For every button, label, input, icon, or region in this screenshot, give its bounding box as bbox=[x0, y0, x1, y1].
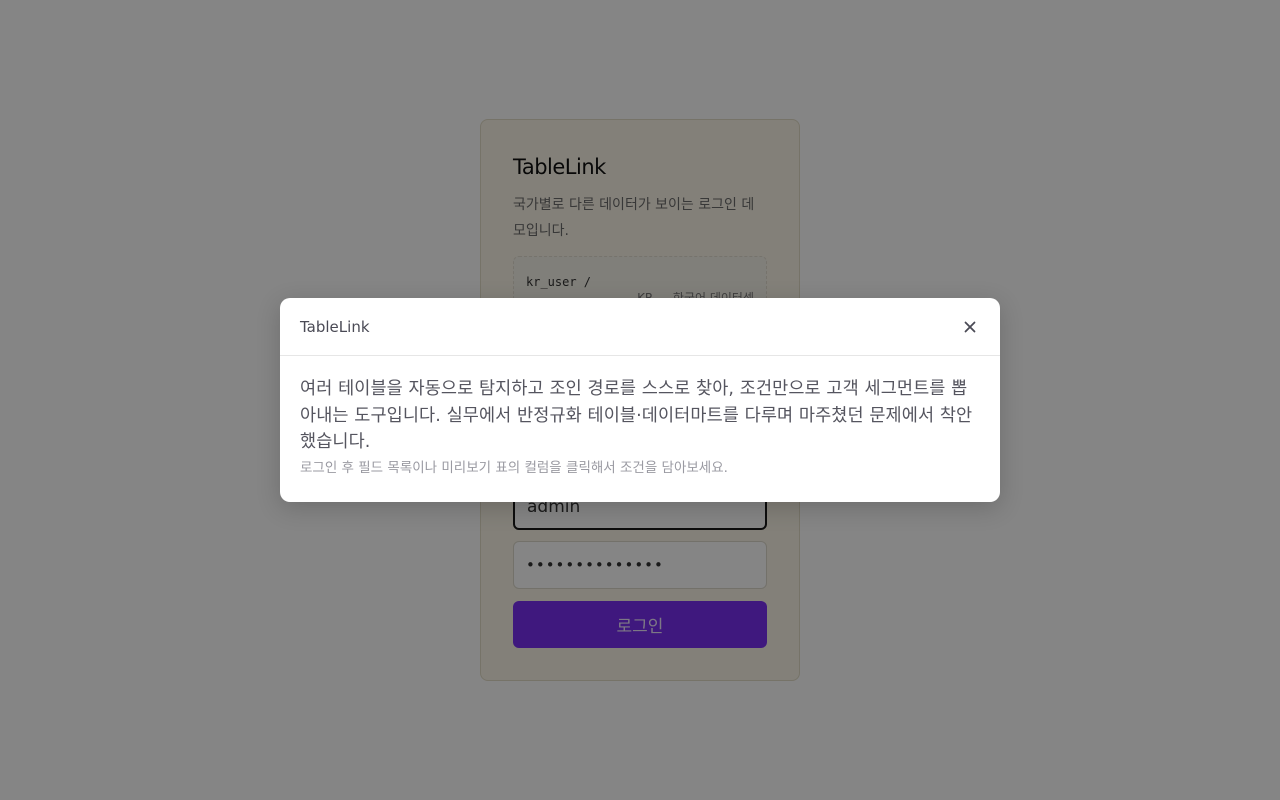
modal-description: 여러 테이블을 자동으로 탐지하고 조인 경로를 스스로 찾아, 조건만으로 고… bbox=[300, 379, 973, 452]
modal-hint: 로그인 후 필드 목록이나 미리보기 표의 컬럼을 클릭해서 조건을 담아보세요… bbox=[300, 459, 728, 476]
modal-body: 여러 테이블을 자동으로 탐지하고 조인 경로를 스스로 찾아, 조건만으로 고… bbox=[280, 356, 1000, 478]
info-modal: TableLink 여러 테이블을 자동으로 탐지하고 조인 경로를 스스로 찾… bbox=[280, 298, 1000, 502]
modal-header: TableLink bbox=[280, 298, 1000, 356]
close-icon bbox=[964, 321, 976, 332]
modal-title: TableLink bbox=[300, 317, 370, 336]
close-button[interactable] bbox=[958, 315, 982, 339]
